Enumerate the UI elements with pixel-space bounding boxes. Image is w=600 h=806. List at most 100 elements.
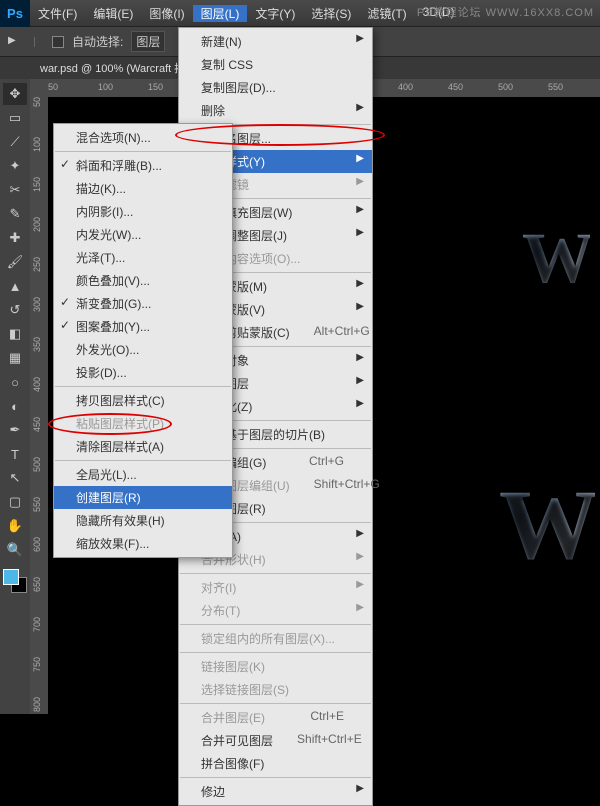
- menu-item[interactable]: 创建图层(R): [54, 486, 232, 509]
- stamp-tool[interactable]: ▲: [3, 275, 27, 297]
- menubar-item[interactable]: 图像(I): [141, 5, 192, 22]
- blur-tool[interactable]: ○: [3, 371, 27, 393]
- menu-item[interactable]: 描边(K)...: [54, 177, 232, 200]
- menu-item: 对齐(I)▶: [179, 576, 372, 599]
- submenu-arrow-icon: ▶: [356, 227, 364, 238]
- layer-select-dropdown[interactable]: 图层: [131, 31, 165, 52]
- submenu-arrow-icon: ▶: [356, 398, 364, 409]
- menu-item[interactable]: 新建(N)▶: [179, 30, 372, 53]
- submenu-arrow-icon: ▶: [356, 579, 364, 590]
- pen-tool[interactable]: ✒: [3, 419, 27, 441]
- dodge-tool[interactable]: ◐: [3, 395, 27, 417]
- menu-item[interactable]: 拷贝图层样式(C): [54, 389, 232, 412]
- gradient-tool[interactable]: ▦: [3, 347, 27, 369]
- menu-item[interactable]: 复制 CSS: [179, 53, 372, 76]
- submenu-arrow-icon: ▶: [356, 783, 364, 794]
- document-tab[interactable]: war.psd @ 100% (Warcraft 拷: [30, 60, 195, 76]
- menu-item[interactable]: 光泽(T)...: [54, 246, 232, 269]
- menu-item[interactable]: 隐藏所有效果(H): [54, 509, 232, 532]
- foreground-color[interactable]: [3, 569, 19, 585]
- menubar-item[interactable]: 文字(Y): [247, 5, 303, 22]
- menu-item[interactable]: 缩放效果(F)...: [54, 532, 232, 555]
- menu-item[interactable]: 渐变叠加(G)...✓: [54, 292, 232, 315]
- check-icon: ✓: [60, 157, 70, 171]
- tools-panel: ✥ ▭ ⟋ ✦ ✂ ✎ ✚ 🖌 ▲ ↺ ◧ ▦ ○ ◐ ✒ T ↖ ▢ ✋ 🔍: [0, 79, 30, 714]
- menu-item[interactable]: 删除▶: [179, 99, 372, 122]
- menu-item[interactable]: 复制图层(D)...: [179, 76, 372, 99]
- submenu-arrow-icon: ▶: [356, 551, 364, 562]
- layer-style-submenu: 混合选项(N)... 斜面和浮雕(B)...✓描边(K)...内阴影(I)...内…: [53, 123, 233, 558]
- crop-tool[interactable]: ✂: [3, 179, 27, 201]
- menu-item[interactable]: 投影(D)...: [54, 361, 232, 384]
- menu-separator: [180, 777, 371, 778]
- menu-item[interactable]: 颜色叠加(V)...: [54, 269, 232, 292]
- menu-separator: [180, 703, 371, 704]
- eyedropper-tool[interactable]: ✎: [3, 203, 27, 225]
- submenu-arrow-icon: ▶: [356, 301, 364, 312]
- path-tool[interactable]: ↖: [3, 467, 27, 489]
- menu-item[interactable]: 全局光(L)...: [54, 463, 232, 486]
- menubar-item[interactable]: 滤镜(T): [359, 5, 414, 22]
- move-tool-icon[interactable]: [8, 33, 26, 51]
- type-tool[interactable]: T: [3, 443, 27, 465]
- color-swatches[interactable]: [3, 569, 27, 593]
- watermark: PS教程论坛 WWW.16XX8.COM: [417, 4, 594, 20]
- submenu-arrow-icon: ▶: [356, 204, 364, 215]
- hand-tool[interactable]: ✋: [3, 515, 27, 537]
- submenu-arrow-icon: ▶: [356, 602, 364, 613]
- menu-separator: [55, 386, 231, 387]
- move-tool[interactable]: ✥: [3, 83, 27, 105]
- shape-tool[interactable]: ▢: [3, 491, 27, 513]
- eraser-tool[interactable]: ◧: [3, 323, 27, 345]
- marquee-tool[interactable]: ▭: [3, 107, 27, 129]
- menubar-item[interactable]: 选择(S): [303, 5, 359, 22]
- menu-item: 粘贴图层样式(P): [54, 412, 232, 435]
- check-icon: ✓: [60, 318, 70, 332]
- menu-item: 分布(T)▶: [179, 599, 372, 622]
- menu-item[interactable]: 修边▶: [179, 780, 372, 803]
- menu-item[interactable]: 清除图层样式(A): [54, 435, 232, 458]
- menu-separator: [180, 573, 371, 574]
- brush-tool[interactable]: 🖌: [3, 251, 27, 273]
- submenu-arrow-icon: ▶: [356, 102, 364, 113]
- menu-item: 链接图层(K): [179, 655, 372, 678]
- healing-tool[interactable]: ✚: [3, 227, 27, 249]
- tool-preset-dropdown[interactable]: [34, 37, 44, 47]
- wand-tool[interactable]: ✦: [3, 155, 27, 177]
- menu-separator: [180, 624, 371, 625]
- submenu-arrow-icon: ▶: [356, 153, 364, 164]
- menu-item[interactable]: 内阴影(I)...: [54, 200, 232, 223]
- text-effect-top: W: [522, 217, 590, 300]
- menu-item[interactable]: 混合选项(N)...: [54, 126, 232, 149]
- menu-item[interactable]: 拼合图像(F): [179, 752, 372, 775]
- menu-item[interactable]: 合并可见图层Shift+Ctrl+E: [179, 729, 372, 752]
- history-brush-tool[interactable]: ↺: [3, 299, 27, 321]
- ruler-vertical: 5010015020025030035040045050055060065070…: [30, 97, 48, 714]
- submenu-arrow-icon: ▶: [356, 33, 364, 44]
- menu-item: 合并图层(E)Ctrl+E: [179, 706, 372, 729]
- submenu-arrow-icon: ▶: [356, 352, 364, 363]
- menubar-item[interactable]: 编辑(E): [85, 5, 141, 22]
- menu-item[interactable]: 外发光(O)...: [54, 338, 232, 361]
- menu-item: 锁定组内的所有图层(X)...: [179, 627, 372, 650]
- text-effect-bottom: W: [499, 467, 595, 582]
- zoom-tool[interactable]: 🔍: [3, 539, 27, 561]
- menu-item[interactable]: 图案叠加(Y)...✓: [54, 315, 232, 338]
- submenu-arrow-icon: ▶: [356, 375, 364, 386]
- menu-separator: [55, 460, 231, 461]
- menubar-item[interactable]: 图层(L): [193, 5, 248, 22]
- submenu-arrow-icon: ▶: [356, 278, 364, 289]
- submenu-arrow-icon: ▶: [356, 176, 364, 187]
- menu-item: 选择链接图层(S): [179, 678, 372, 701]
- menu-item[interactable]: 斜面和浮雕(B)...✓: [54, 154, 232, 177]
- menu-separator: [180, 652, 371, 653]
- menubar: 文件(F)编辑(E)图像(I)图层(L)文字(Y)选择(S)滤镜(T)3D(D): [30, 5, 463, 22]
- submenu-arrow-icon: ▶: [356, 528, 364, 539]
- menu-separator: [55, 151, 231, 152]
- menubar-item[interactable]: 文件(F): [30, 5, 85, 22]
- lasso-tool[interactable]: ⟋: [3, 131, 27, 153]
- app-logo: Ps: [0, 0, 30, 27]
- check-icon: ✓: [60, 295, 70, 309]
- auto-select-checkbox[interactable]: [52, 36, 64, 48]
- menu-item[interactable]: 内发光(W)...: [54, 223, 232, 246]
